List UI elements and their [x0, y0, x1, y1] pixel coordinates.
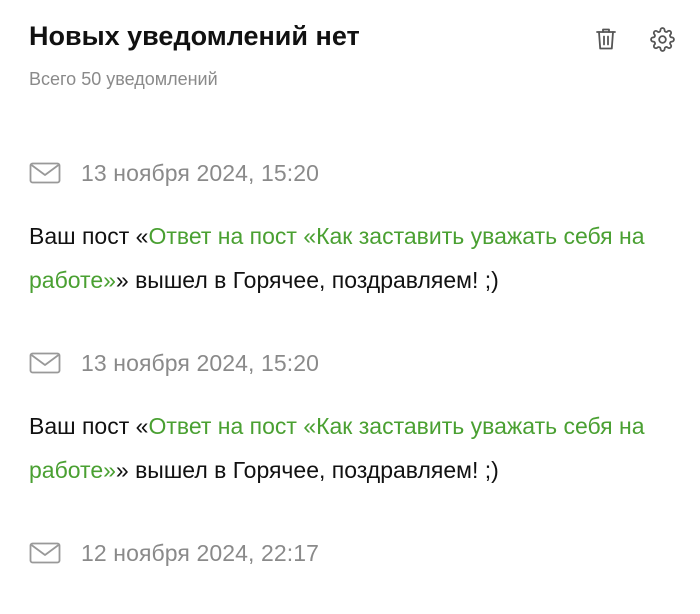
settings-button[interactable]	[649, 26, 675, 52]
notification-item[interactable]: 13 ноября 2024, 15:20 Ваш пост «Ответ на…	[29, 155, 680, 302]
notification-suffix: » вышел в Горячее, поздравляем! ;)	[115, 267, 499, 293]
notifications-list: 13 ноября 2024, 15:20 Ваш пост «Ответ на…	[29, 155, 680, 614]
notifications-count: Всего 50 уведомлений	[29, 69, 218, 89]
trash-icon	[596, 28, 616, 50]
header-actions	[593, 26, 675, 52]
notification-text: Ваш пост «Ответ на пост «Как заставить у…	[29, 214, 689, 302]
notification-text: Ваш пост «Ответ на пост «Как заставить у…	[29, 404, 689, 492]
mail-icon	[29, 352, 61, 374]
notification-date: 13 ноября 2024, 15:20	[81, 349, 320, 376]
notification-suffix: » вышел в Горячее, поздравляем! ;)	[115, 457, 499, 483]
notifications-header: Новых уведомлений нет Всего 50 уведомлен…	[29, 18, 680, 91]
notification-meta: 12 ноября 2024, 22:17	[29, 535, 680, 571]
mail-icon	[29, 162, 61, 184]
notification-prefix: Ваш пост «	[29, 413, 149, 439]
notification-date: 13 ноября 2024, 15:20	[81, 159, 320, 186]
gear-icon	[649, 26, 675, 52]
notification-meta: 13 ноября 2024, 15:20	[29, 155, 680, 191]
notification-meta: 13 ноября 2024, 15:20	[29, 345, 680, 381]
mail-icon	[29, 542, 61, 564]
notification-prefix: Ваш пост «	[29, 223, 149, 249]
page-title: Новых уведомлений нет	[29, 21, 360, 51]
notification-item[interactable]: 12 ноября 2024, 22:17	[29, 535, 680, 571]
notification-item[interactable]: 13 ноября 2024, 15:20 Ваш пост «Ответ на…	[29, 345, 680, 492]
notification-date: 12 ноября 2024, 22:17	[81, 539, 320, 566]
delete-all-button[interactable]	[593, 26, 619, 52]
